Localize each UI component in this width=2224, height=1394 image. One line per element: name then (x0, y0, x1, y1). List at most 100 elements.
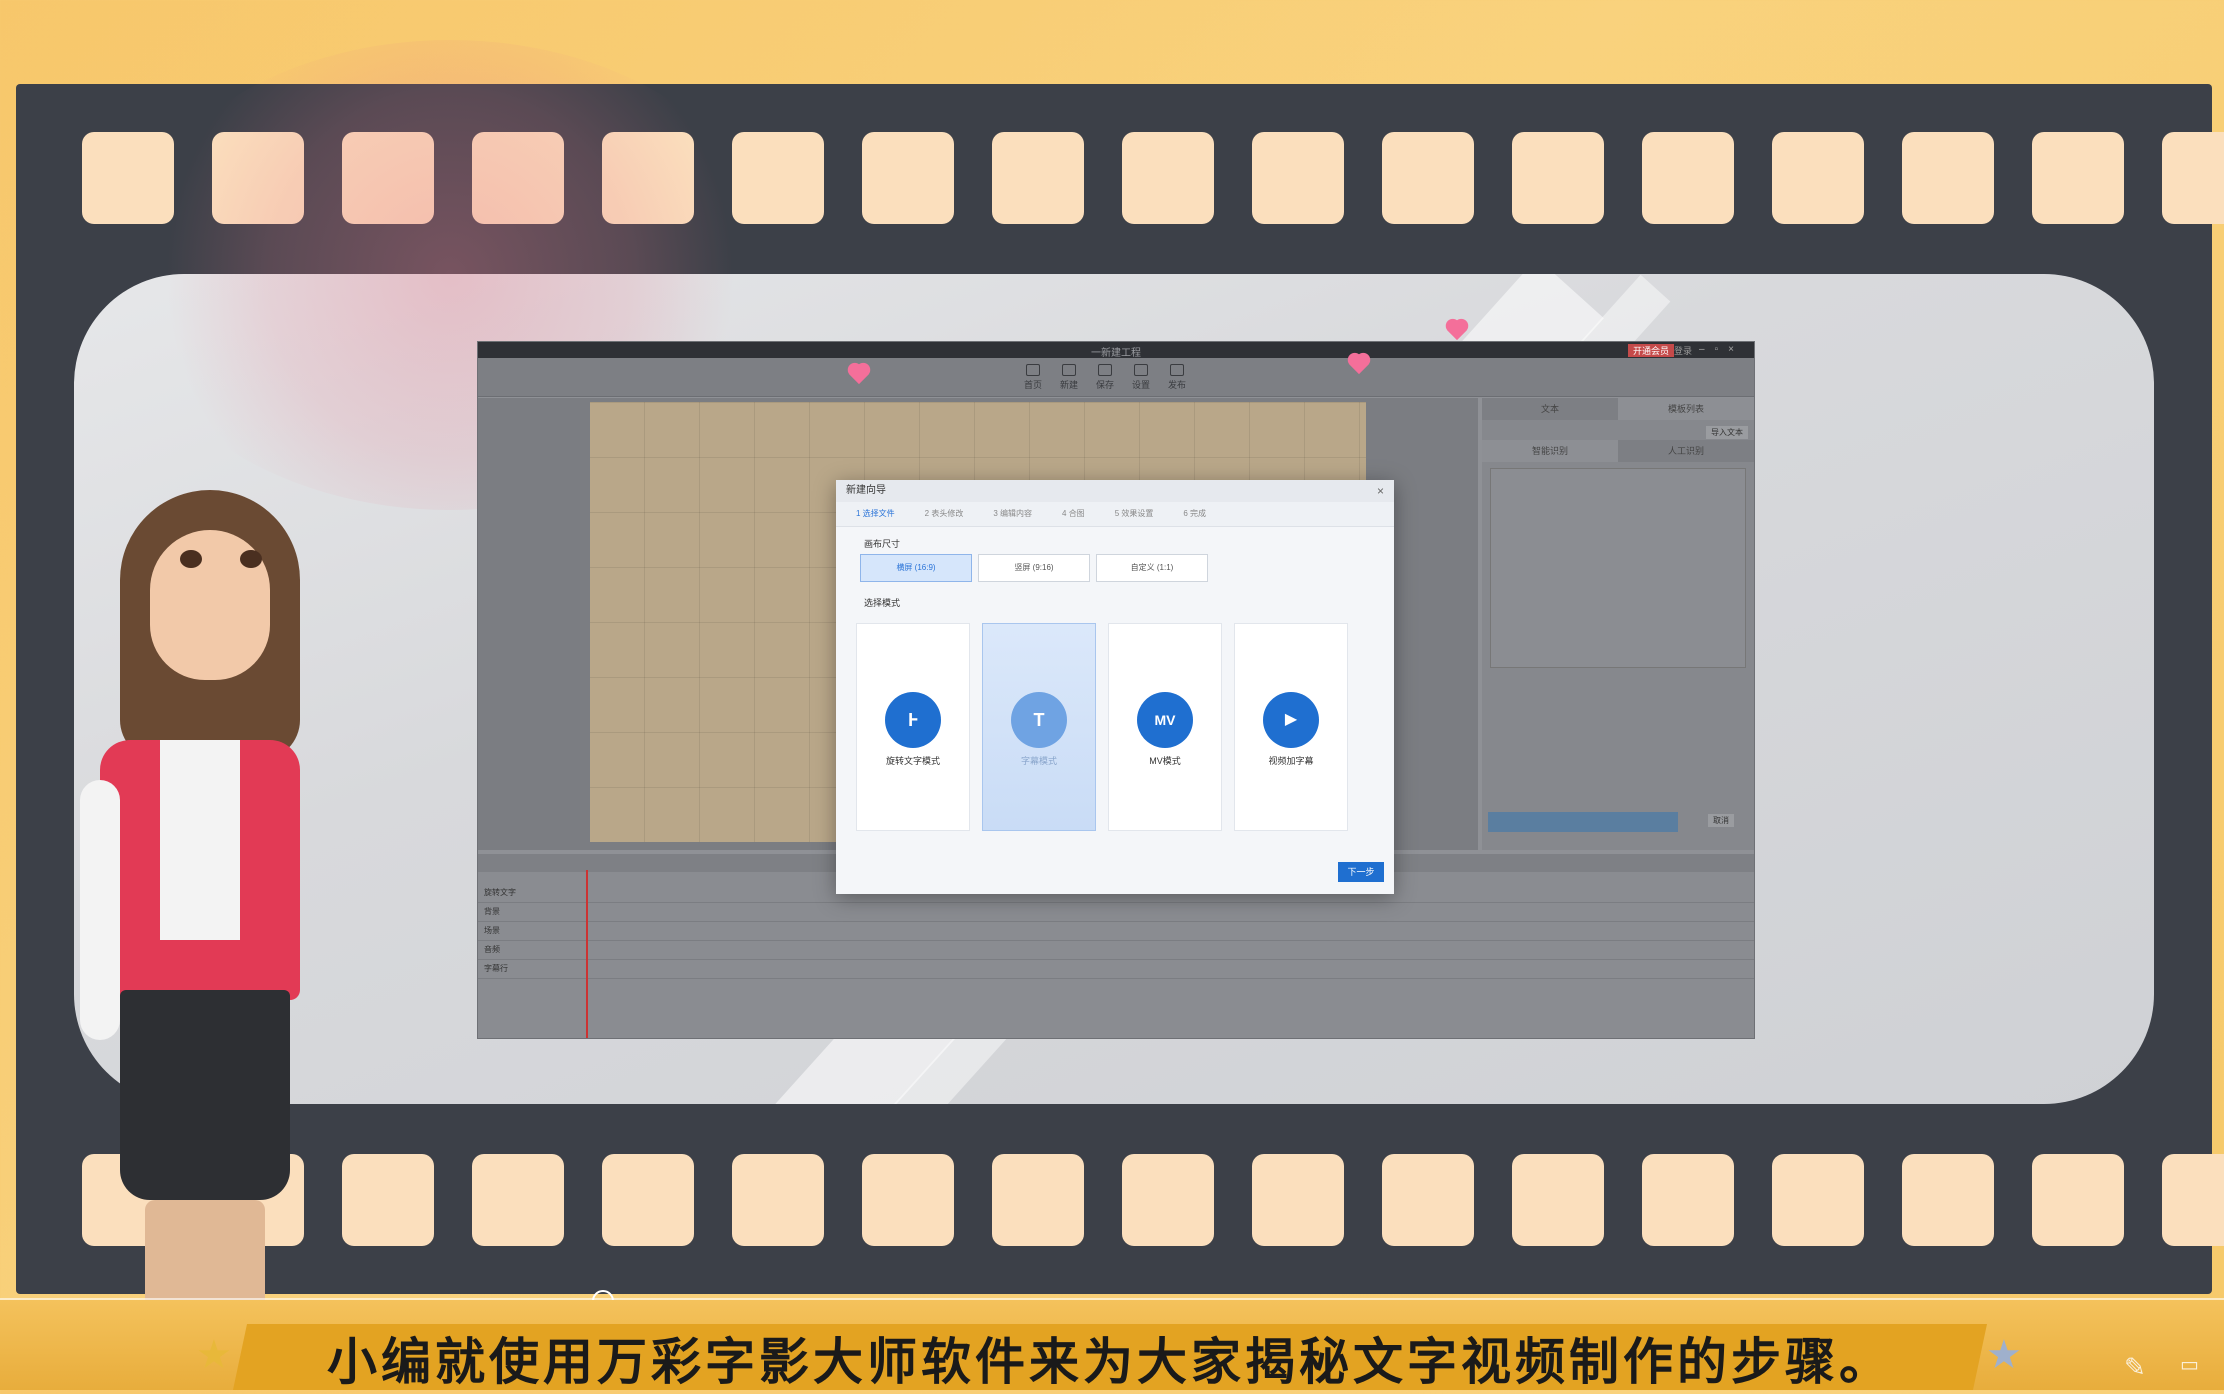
tab-templates[interactable]: 模板列表 (1618, 398, 1754, 420)
save-icon (1098, 364, 1112, 376)
mode-label: 字幕模式 (1020, 756, 1057, 766)
sprocket-hole (1772, 1154, 1864, 1246)
close-icon[interactable]: × (1377, 480, 1384, 502)
home-icon (1026, 364, 1040, 376)
tab-text[interactable]: 文本 (1482, 398, 1618, 420)
sprocket-hole (862, 132, 954, 224)
toolbar-settings-label: 设置 (1131, 380, 1150, 390)
timeline-row[interactable]: 字幕行 (478, 960, 1754, 979)
timeline-row[interactable]: 场景 (478, 922, 1754, 941)
window-controls[interactable]: –▫× (1699, 344, 1744, 355)
sprocket-hole (862, 1154, 954, 1246)
sprocket-hole (1642, 132, 1734, 224)
sprocket-hole (1642, 1154, 1734, 1246)
toolbar-home[interactable]: 首页 (1018, 364, 1048, 391)
new-wizard-dialog: 新建向导 × 1 选择文件 2 表头修改 3 编辑内容 4 合图 5 效果设置 … (836, 480, 1394, 894)
login-button[interactable]: 登录 (1674, 344, 1692, 357)
fullscreen-icon[interactable]: ▭ (2180, 1352, 2199, 1377)
sprocket-hole (1772, 132, 1864, 224)
character-skirt (120, 990, 290, 1200)
wizard-steps: 1 选择文件 2 表头修改 3 编辑内容 4 合图 5 效果设置 6 完成 (836, 502, 1394, 527)
dialog-title: 新建向导 (846, 485, 886, 496)
toolbar-publish-label: 发布 (1167, 380, 1186, 390)
size-custom-button[interactable]: 自定义 (1:1) (1096, 554, 1208, 582)
gear-icon (1134, 364, 1148, 376)
new-icon (1062, 364, 1076, 376)
sprocket-hole (1122, 1154, 1214, 1246)
sprocket-hole (992, 132, 1084, 224)
timeline-playhead[interactable] (586, 870, 588, 1038)
sprocket-hole (1512, 132, 1604, 224)
toolbar-new-label: 新建 (1059, 380, 1078, 390)
mode-label: MV模式 (1149, 756, 1181, 766)
wizard-step: 4 合图 (1062, 509, 1085, 518)
size-portrait-button[interactable]: 竖屏 (9:16) (978, 554, 1090, 582)
sprocket-hole (2162, 1154, 2224, 1246)
heart-icon (1444, 320, 1470, 342)
star-icon: ★ (196, 1333, 232, 1377)
toolbar-new[interactable]: 新建 (1054, 364, 1084, 391)
dialog-title-bar: 新建向导 × (836, 480, 1394, 502)
confirm-button[interactable] (1488, 812, 1678, 832)
wizard-step: 6 完成 (1183, 509, 1207, 518)
pen-icon[interactable]: ✎ (2124, 1352, 2146, 1383)
size-landscape-button[interactable]: 横屏 (16:9) (860, 554, 972, 582)
toolbar-save[interactable]: 保存 (1090, 364, 1120, 391)
wizard-step: 3 编辑内容 (993, 509, 1033, 518)
timeline-row[interactable]: 音频 (478, 941, 1754, 960)
play-icon: ▶ (1263, 692, 1319, 748)
sprocket-hole (1382, 132, 1474, 224)
toolbar-home-label: 首页 (1023, 380, 1042, 390)
character-eye (180, 550, 202, 568)
app-toolbar: 首页 新建 保存 设置 发布 (478, 358, 1754, 397)
heart-icon (846, 364, 872, 386)
app-title: 一新建工程 (1091, 348, 1141, 359)
sprocket-hole (1382, 1154, 1474, 1246)
tab-smart-recognize[interactable]: 智能识别 (1482, 440, 1618, 462)
mode-rotate-text[interactable]: Ⱶ 旋转文字模式 (856, 623, 970, 831)
text-editor[interactable] (1490, 468, 1746, 668)
sprocket-hole (2032, 132, 2124, 224)
mode-subtitle[interactable]: T 字幕模式 (982, 623, 1096, 831)
rotate-text-icon: Ⱶ (885, 692, 941, 748)
mode-mv[interactable]: MV MV模式 (1108, 623, 1222, 831)
sprocket-hole (2162, 132, 2224, 224)
timeline-row[interactable]: 背景 (478, 903, 1754, 922)
toolbar-settings[interactable]: 设置 (1126, 364, 1156, 391)
wizard-step: 2 表头修改 (924, 509, 964, 518)
toolbar-publish[interactable]: 发布 (1162, 364, 1192, 391)
sprocket-hole (1902, 132, 1994, 224)
sprocket-hole (1512, 1154, 1604, 1246)
wizard-step: 5 效果设置 (1114, 509, 1154, 518)
sprocket-hole (472, 1154, 564, 1246)
text-icon: T (1011, 692, 1067, 748)
wizard-step: 1 选择文件 (856, 509, 895, 518)
tab-manual-recognize[interactable]: 人工识别 (1618, 440, 1754, 462)
canvas-size-heading: 画布尺寸 (864, 539, 901, 549)
sprocket-hole (1122, 132, 1214, 224)
cancel-button[interactable]: 取消 (1708, 814, 1734, 827)
character-eye (240, 550, 262, 568)
next-button[interactable]: 下一步 (1338, 862, 1384, 882)
sprocket-hole (1252, 1154, 1344, 1246)
star-icon: ★ (1986, 1333, 2022, 1377)
subtitle-text: 小编就使用万彩字影大师软件来为大家揭秘文字视频制作的步骤。 (327, 1333, 1893, 1391)
sprocket-hole (992, 1154, 1084, 1246)
sprocket-hole (2032, 1154, 2124, 1246)
mode-heading: 选择模式 (864, 598, 901, 608)
sprocket-hole (1902, 1154, 1994, 1246)
sprocket-hole (602, 1154, 694, 1246)
mode-label: 视频加字幕 (1268, 756, 1314, 766)
presenter-character (40, 480, 340, 1390)
sprocket-hole (732, 1154, 824, 1246)
film-sprockets-bottom (16, 1154, 2224, 1250)
mv-icon: MV (1137, 692, 1193, 748)
publish-icon (1170, 364, 1184, 376)
heart-icon (1346, 354, 1372, 376)
character-arm (80, 780, 120, 1040)
mode-video-subtitle[interactable]: ▶ 视频加字幕 (1234, 623, 1348, 831)
import-text-button[interactable]: 导入文本 (1706, 426, 1748, 439)
right-panel: 文本 模板列表 导入文本 智能识别 人工识别 取消 (1482, 398, 1754, 850)
vip-button[interactable]: 开通会员 (1627, 344, 1674, 357)
sprocket-hole (1252, 132, 1344, 224)
